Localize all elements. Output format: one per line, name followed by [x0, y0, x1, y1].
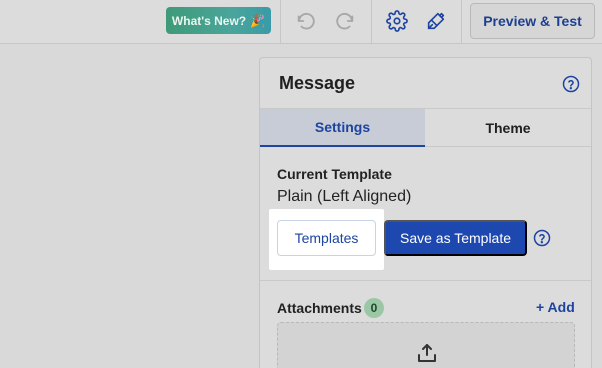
help-icon[interactable] — [562, 75, 580, 93]
paint-brush-icon[interactable] — [423, 8, 449, 34]
message-panel: Message Settings Theme Current Template … — [259, 57, 592, 368]
toolbar-divider — [461, 0, 462, 44]
whats-new-button[interactable]: What's New? 🎉 — [166, 7, 271, 34]
current-template-label: Current Template — [277, 166, 392, 182]
save-as-template-button[interactable]: Save as Template — [384, 220, 527, 256]
undo-icon[interactable] — [293, 8, 319, 34]
top-toolbar: What's New? 🎉 Preview & Test — [0, 0, 602, 44]
attachments-label: Attachments — [277, 300, 362, 316]
tab-settings[interactable]: Settings — [260, 109, 425, 147]
whats-new-label: What's New? — [171, 13, 247, 28]
panel-tabs: Settings Theme — [260, 108, 591, 147]
attachments-count-badge: 0 — [364, 298, 384, 318]
toolbar-divider — [280, 0, 281, 44]
party-popper-icon: 🎉 — [250, 13, 266, 28]
add-attachment-link[interactable]: + Add — [536, 299, 575, 315]
attachment-dropzone[interactable] — [277, 322, 575, 368]
section-divider — [260, 280, 591, 281]
preview-test-button[interactable]: Preview & Test — [470, 3, 595, 39]
panel-title: Message — [279, 73, 356, 93]
upload-icon — [415, 341, 439, 365]
redo-icon[interactable] — [332, 8, 358, 34]
toolbar-divider — [371, 0, 372, 44]
gear-icon[interactable] — [384, 8, 410, 34]
current-template-value: Plain (Left Aligned) — [277, 188, 412, 205]
help-icon[interactable] — [533, 229, 551, 247]
tab-theme[interactable]: Theme — [425, 109, 591, 147]
templates-button[interactable]: Templates — [277, 220, 376, 256]
